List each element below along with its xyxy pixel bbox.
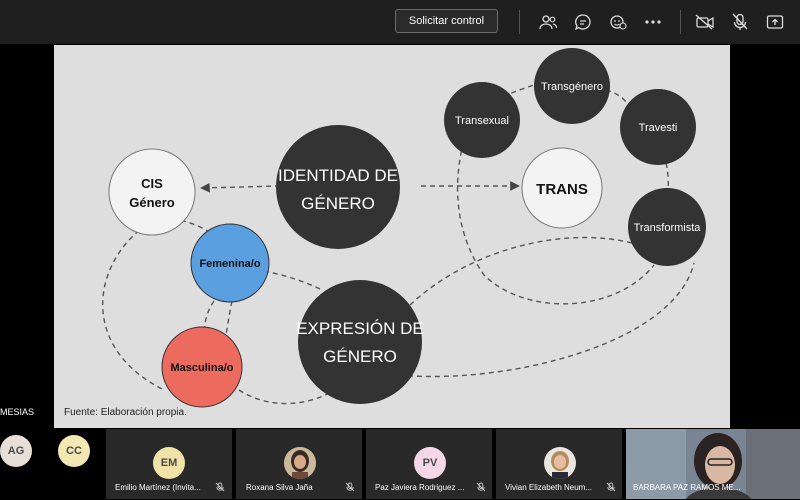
dashed-link xyxy=(263,270,323,291)
dashed-link xyxy=(409,236,640,306)
mic-off-icon xyxy=(345,482,355,492)
side-label: MESIAS xyxy=(0,407,35,417)
participant-avatar-cc[interactable]: CC xyxy=(58,435,90,467)
identidad-label-2: GÉNERO xyxy=(301,194,375,213)
cis-label-2: Género xyxy=(129,195,175,210)
participant-photo-roxana xyxy=(284,447,316,479)
expresion-label-1: EXPRESIÓN DE xyxy=(296,319,424,338)
transformista-label: Transformista xyxy=(634,222,702,234)
travesti-label: Travesti xyxy=(639,122,678,134)
arrow-to-cis xyxy=(200,182,281,193)
femenina-label: Femenina/o xyxy=(199,258,260,270)
expresion-label-2: GÉNERO xyxy=(323,347,397,366)
mic-off-icon xyxy=(606,482,616,492)
mic-off-icon xyxy=(215,482,225,492)
transgenero-label: Transgénero xyxy=(541,81,603,93)
toolbar-separator xyxy=(519,10,520,34)
reactions-icon[interactable] xyxy=(606,10,630,34)
dashed-link xyxy=(398,262,695,378)
participant-name: Vivian Elizabeth Neum... xyxy=(505,483,593,492)
request-control-button[interactable]: Solicitar control xyxy=(395,9,498,33)
participant-avatar-pv: PV xyxy=(414,447,446,479)
transexual-label: Transexual xyxy=(455,115,509,127)
mic-off-icon xyxy=(476,482,486,492)
trans-label: TRANS xyxy=(536,181,588,198)
shared-slide: CIS Género Femenina/o Masculina/o IDENTI… xyxy=(54,45,730,428)
identidad-label-1: IDENTIDAD DE xyxy=(278,166,398,185)
participant-name: Emilio Martínez (Invita... xyxy=(115,483,201,492)
cis-label-1: CIS xyxy=(141,176,163,191)
participant-avatar-ag[interactable]: AG xyxy=(0,435,32,467)
participant-name: BARBARA PAZ RAMOS ME... xyxy=(633,483,741,492)
participant-name: Paz Javiera Rodriguez ... xyxy=(375,483,465,492)
gender-diagram: CIS Género Femenina/o Masculina/o IDENTI… xyxy=(102,48,706,408)
participants-icon[interactable] xyxy=(536,10,560,34)
dashed-link xyxy=(102,219,165,391)
node-identidad xyxy=(276,125,400,249)
mic-off-icon[interactable] xyxy=(728,10,752,34)
node-cis xyxy=(108,148,196,236)
participant-name: Roxana Silva Jaña xyxy=(246,483,313,492)
meeting-toolbar: Solicitar control xyxy=(0,0,800,44)
participant-avatar-em: EM xyxy=(153,447,185,479)
participant-photo-vivian xyxy=(544,447,576,479)
node-expresion xyxy=(298,280,422,404)
toolbar-separator xyxy=(680,10,681,34)
slide-source: Fuente: Elaboración propia. xyxy=(64,407,187,418)
share-icon[interactable] xyxy=(763,10,787,34)
more-icon[interactable] xyxy=(641,10,665,34)
masculina-label: Masculina/o xyxy=(171,362,234,374)
chat-icon[interactable] xyxy=(571,10,595,34)
camera-off-icon[interactable] xyxy=(693,10,717,34)
